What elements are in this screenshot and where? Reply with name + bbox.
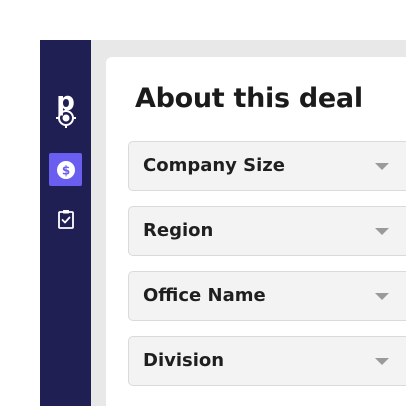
dollar-icon: $ bbox=[56, 160, 75, 179]
chevron-down-icon bbox=[375, 358, 389, 365]
field-label: Office Name bbox=[143, 285, 266, 306]
field-label: Company Size bbox=[143, 155, 285, 176]
company-size-dropdown[interactable]: Company Size bbox=[128, 141, 406, 191]
sidebar-item-target[interactable] bbox=[49, 101, 82, 134]
division-dropdown[interactable]: Division bbox=[128, 336, 406, 386]
region-dropdown[interactable]: Region bbox=[128, 206, 406, 256]
clipboard-check-icon bbox=[57, 209, 74, 229]
chevron-down-icon bbox=[375, 228, 389, 235]
sidebar: p $ bbox=[40, 40, 91, 406]
field-label: Region bbox=[143, 220, 214, 241]
field-label: Division bbox=[143, 350, 225, 371]
page-title: About this deal bbox=[135, 83, 363, 114]
chevron-down-icon bbox=[375, 293, 389, 300]
chevron-down-icon bbox=[375, 163, 389, 170]
target-icon bbox=[55, 107, 76, 128]
sidebar-item-deals[interactable]: $ bbox=[49, 153, 82, 186]
svg-text:$: $ bbox=[61, 163, 69, 177]
office-name-dropdown[interactable]: Office Name bbox=[128, 271, 406, 321]
sidebar-item-tasks[interactable] bbox=[49, 202, 82, 235]
